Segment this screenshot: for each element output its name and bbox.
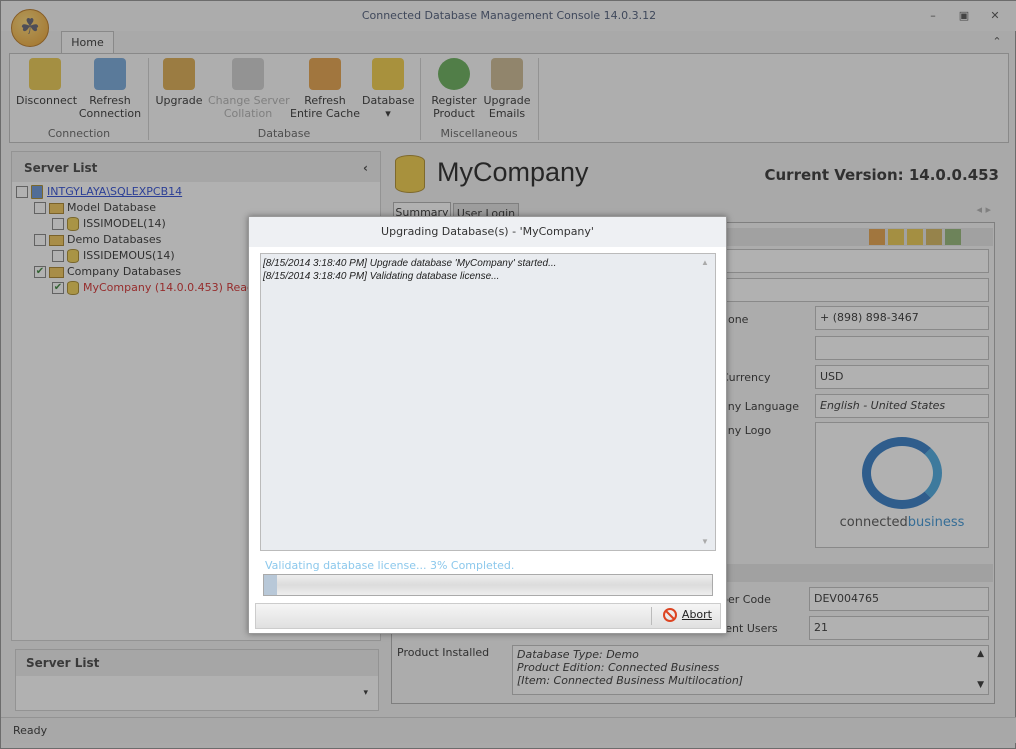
upgrade-dialog: Upgrading Database(s) - 'MyCompany' [8/1… [248,216,727,634]
dialog-footer: Abort [255,603,721,629]
progress-bar [263,574,713,596]
upgrade-log: [8/15/2014 3:18:40 PM] Upgrade database … [260,253,716,551]
abort-button[interactable]: Abort [662,608,712,622]
scroll-up-icon[interactable]: ▲ [701,256,711,269]
abort-icon [662,608,677,622]
progress-fill [264,575,278,595]
progress-text: Validating database license... 3% Comple… [265,559,515,572]
scroll-down-icon[interactable]: ▼ [701,535,711,548]
divider [651,607,652,625]
dialog-title: Upgrading Database(s) - 'MyCompany' [249,217,726,247]
